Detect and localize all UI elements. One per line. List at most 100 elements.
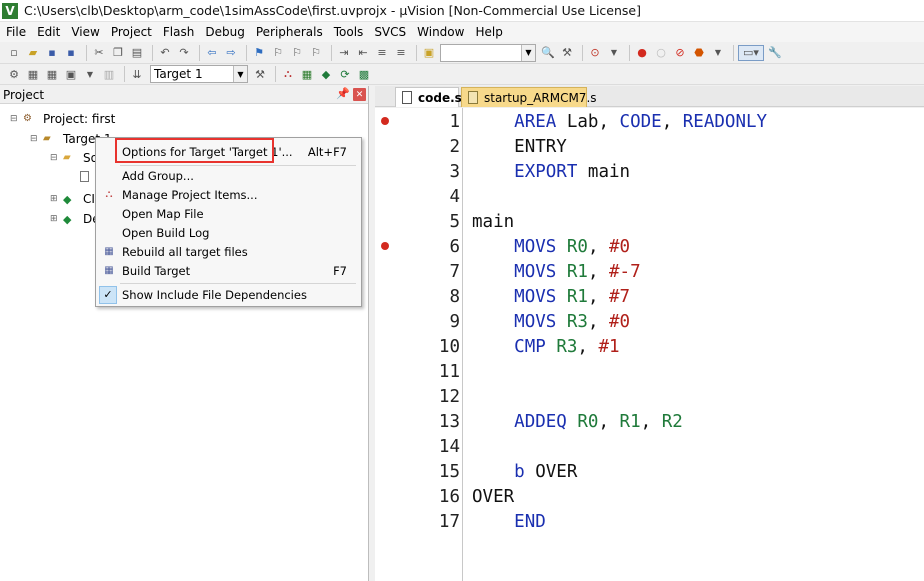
menu-item-build-target[interactable]: ▦ Build Target F7: [96, 261, 361, 280]
disable-breakpoints-icon[interactable]: ⊘: [672, 45, 688, 61]
configure-icon[interactable]: 🔧: [767, 45, 783, 61]
find-combo[interactable]: ▼: [440, 43, 536, 62]
enable-breakpoint-icon[interactable]: ○: [653, 45, 669, 61]
rebuild-icon[interactable]: ▦: [44, 66, 60, 82]
collapse-icon[interactable]: ⊟: [30, 134, 39, 144]
menu-help[interactable]: Help: [469, 25, 507, 39]
menu-flash[interactable]: Flash: [157, 25, 199, 39]
chevron-down-icon[interactable]: ▼: [233, 66, 247, 82]
tree-source-group[interactable]: ⊟ ▰ So: [50, 149, 98, 167]
code-line[interactable]: ENTRY: [472, 134, 567, 159]
build-icon[interactable]: ▦: [25, 66, 41, 82]
batch-build-icon[interactable]: ▣: [63, 66, 79, 82]
manage-rte-icon[interactable]: ⟳: [337, 66, 353, 82]
menu-item-open-build-log[interactable]: Open Build Log: [96, 223, 361, 242]
pin-icon[interactable]: 📌: [336, 87, 350, 100]
code-line[interactable]: MOVS R1, #7: [472, 284, 630, 309]
window-layout-icon[interactable]: ▭▾: [738, 44, 764, 61]
chevron-down-icon[interactable]: ▼: [606, 45, 622, 61]
find-in-files-icon[interactable]: ▣: [421, 45, 437, 61]
code-line[interactable]: MOVS R0, #0: [472, 234, 630, 259]
tree-cmsis[interactable]: ⊞ ◆ CI: [50, 190, 95, 208]
code-line[interactable]: ADDEQ R0, R1, R2: [472, 409, 683, 434]
code-token: #0: [609, 311, 631, 332]
manage-project-icon[interactable]: ⛬: [280, 66, 296, 82]
next-bookmark-icon[interactable]: ⚐: [289, 45, 305, 61]
menu-svcs[interactable]: SVCS: [368, 25, 411, 39]
find-icon[interactable]: 🔍: [540, 45, 556, 61]
code-line[interactable]: EXPORT main: [472, 159, 630, 184]
nav-forward-icon[interactable]: ⇨: [223, 45, 239, 61]
indent-icon[interactable]: ⇥: [336, 45, 352, 61]
comment-icon[interactable]: ≡: [374, 45, 390, 61]
new-file-icon[interactable]: ▫: [6, 45, 22, 61]
undo-icon[interactable]: ↶: [157, 45, 173, 61]
open-file-icon[interactable]: ▰: [25, 45, 41, 61]
chevron-down-icon[interactable]: ▼: [82, 66, 98, 82]
breakpoint-icon[interactable]: [381, 117, 389, 125]
stop-build-icon[interactable]: ▥: [101, 66, 117, 82]
menu-item-manage-project-items[interactable]: ⛬ Manage Project Items...: [96, 185, 361, 204]
collapse-icon[interactable]: ⊟: [10, 114, 19, 124]
translate-icon[interactable]: ⚙: [6, 66, 22, 82]
unindent-icon[interactable]: ⇤: [355, 45, 371, 61]
menu-item-open-map-file[interactable]: Open Map File: [96, 204, 361, 223]
code-line[interactable]: END: [472, 509, 546, 534]
select-packs-icon[interactable]: ▦: [299, 66, 315, 82]
download-icon[interactable]: ⇊: [129, 66, 145, 82]
menu-tools[interactable]: Tools: [328, 25, 369, 39]
menu-window[interactable]: Window: [411, 25, 469, 39]
tree-file[interactable]: [80, 167, 95, 185]
paste-icon[interactable]: ▤: [129, 45, 145, 61]
multi-project-icon[interactable]: ▩: [356, 66, 372, 82]
code-line[interactable]: AREA Lab, CODE, READONLY: [472, 109, 767, 134]
redo-icon[interactable]: ↷: [176, 45, 192, 61]
menu-project[interactable]: Project: [105, 25, 157, 39]
kill-breakpoints-icon[interactable]: ⬣: [691, 45, 707, 61]
cut-icon[interactable]: ✂: [91, 45, 107, 61]
menu-file[interactable]: File: [0, 25, 31, 39]
incremental-find-icon[interactable]: ⚒: [559, 45, 575, 61]
copy-icon[interactable]: ❐: [110, 45, 126, 61]
window-title: C:\Users\clb\Desktop\arm_code\1simAssCod…: [24, 3, 641, 18]
tab-code-s[interactable]: code.s: [395, 87, 462, 107]
project-pane-header: Project 📌 ✕: [0, 86, 368, 104]
code-line[interactable]: MOVS R3, #0: [472, 309, 630, 334]
save-icon[interactable]: ▪: [44, 45, 60, 61]
tree-device[interactable]: ⊞ ◆ De: [50, 210, 100, 228]
pack-installer-icon[interactable]: ◆: [318, 66, 334, 82]
menu-item-add-group[interactable]: Add Group...: [96, 166, 361, 185]
collapse-icon[interactable]: ⊟: [50, 153, 59, 163]
nav-back-icon[interactable]: ⇦: [204, 45, 220, 61]
target-select[interactable]: Target 1 ▼: [150, 65, 248, 83]
expand-icon[interactable]: ⊞: [50, 194, 59, 204]
chevron-down-icon[interactable]: ▼: [521, 44, 535, 61]
prev-bookmark-icon[interactable]: ⚐: [270, 45, 286, 61]
menu-item-options-for-target[interactable]: Options for Target 'Target 1'... Alt+F7: [96, 142, 361, 161]
bookmark-icon[interactable]: ⚑: [251, 45, 267, 61]
menu-peripherals[interactable]: Peripherals: [250, 25, 328, 39]
menu-edit[interactable]: Edit: [31, 25, 65, 39]
menu-item-show-include-deps[interactable]: ✓ Show Include File Dependencies: [96, 285, 361, 304]
menu-item-rebuild-all[interactable]: ▦ Rebuild all target files: [96, 242, 361, 261]
chevron-down-icon[interactable]: ▼: [710, 45, 726, 61]
expand-icon[interactable]: ⊞: [50, 214, 59, 224]
code-line[interactable]: b OVER: [472, 459, 577, 484]
target-options-icon[interactable]: ⚒: [252, 66, 268, 82]
insert-breakpoint-icon[interactable]: ●: [634, 45, 650, 61]
code-line[interactable]: main: [472, 209, 514, 234]
close-icon[interactable]: ✕: [353, 88, 366, 101]
code-line[interactable]: MOVS R1, #-7: [472, 259, 640, 284]
save-all-icon[interactable]: ▪: [63, 45, 79, 61]
debug-session-icon[interactable]: ⊙: [587, 45, 603, 61]
code-line[interactable]: OVER: [472, 484, 514, 509]
menu-debug[interactable]: Debug: [199, 25, 249, 39]
uncomment-icon[interactable]: ≡: [393, 45, 409, 61]
tree-project-root[interactable]: ⊟ ⚙ Project: first: [10, 110, 115, 128]
menu-view[interactable]: View: [65, 25, 104, 39]
clear-bookmarks-icon[interactable]: ⚐: [308, 45, 324, 61]
breakpoint-icon[interactable]: [381, 242, 389, 250]
code-line[interactable]: CMP R3, #1: [472, 334, 619, 359]
tab-startup-armcm7[interactable]: startup_ARMCM7.s: [461, 87, 597, 107]
